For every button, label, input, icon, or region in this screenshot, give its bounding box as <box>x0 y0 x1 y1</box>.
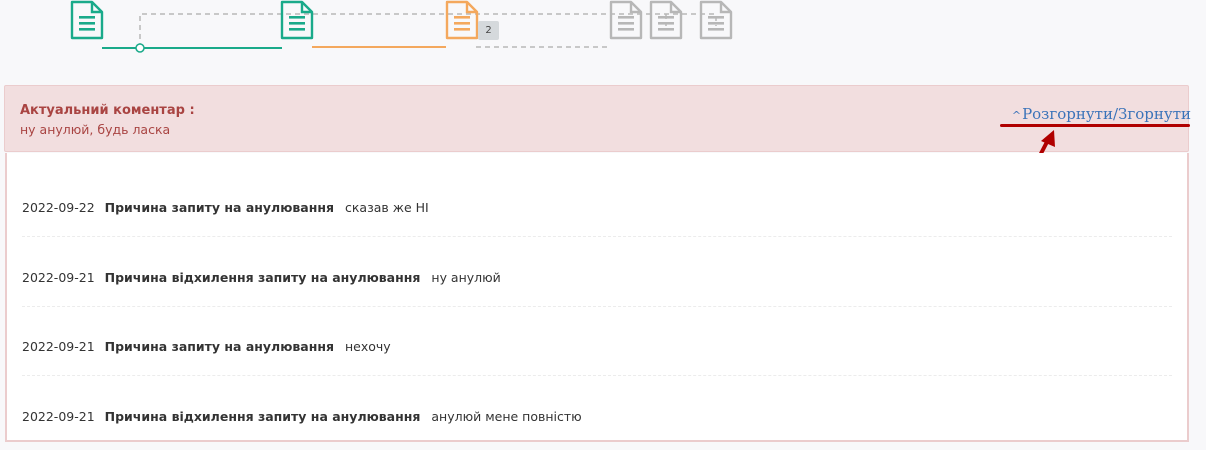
document-icon[interactable] <box>445 0 479 40</box>
comment-text: ну анулюй, будь ласка <box>20 122 171 137</box>
annotation-underline <box>1000 124 1190 127</box>
expand-collapse-link[interactable]: ^Розгорнути/Згорнути <box>1012 105 1191 123</box>
history-value: нехочу <box>345 339 391 354</box>
comment-title: Актуальний коментар : <box>20 103 195 118</box>
history-label: Причина відхилення запиту на анулювання <box>104 270 421 285</box>
caret-up-icon: ^ <box>1011 109 1022 122</box>
history-value: ну анулюй <box>431 270 501 285</box>
history-label: Причина відхилення запиту на анулювання <box>104 409 421 424</box>
history-row: 2022-09-21 Причина відхилення запиту на … <box>22 223 1172 307</box>
step-count-badge: 2 <box>478 21 499 40</box>
document-icon[interactable] <box>649 0 683 40</box>
history-row: 2022-09-22 Причина запиту на анулювання … <box>22 153 1172 237</box>
expand-collapse-label: Розгорнути/Згорнути <box>1022 105 1191 123</box>
workflow-progress: 2 <box>0 0 1206 80</box>
history-date: 2022-09-21 <box>22 270 95 285</box>
history-label: Причина запиту на анулювання <box>104 200 335 215</box>
history-label: Причина запиту на анулювання <box>104 339 335 354</box>
history-date: 2022-09-21 <box>22 409 95 424</box>
branch-node <box>135 43 145 53</box>
document-icon[interactable] <box>609 0 643 40</box>
workflow-connectors <box>102 13 717 53</box>
history-row: 2022-09-21 Причина відхилення запиту на … <box>22 362 1172 432</box>
comment-history: 2022-09-22 Причина запиту на анулювання … <box>5 153 1189 442</box>
document-icon[interactable] <box>70 0 104 40</box>
history-date: 2022-09-22 <box>22 200 95 215</box>
history-value: сказав же НІ <box>345 200 429 215</box>
document-icon[interactable] <box>699 0 733 40</box>
history-row: 2022-09-21 Причина запиту на анулювання … <box>22 292 1172 376</box>
history-date: 2022-09-21 <box>22 339 95 354</box>
document-icon[interactable] <box>280 0 314 40</box>
history-value: анулюй мене повністю <box>431 409 582 424</box>
